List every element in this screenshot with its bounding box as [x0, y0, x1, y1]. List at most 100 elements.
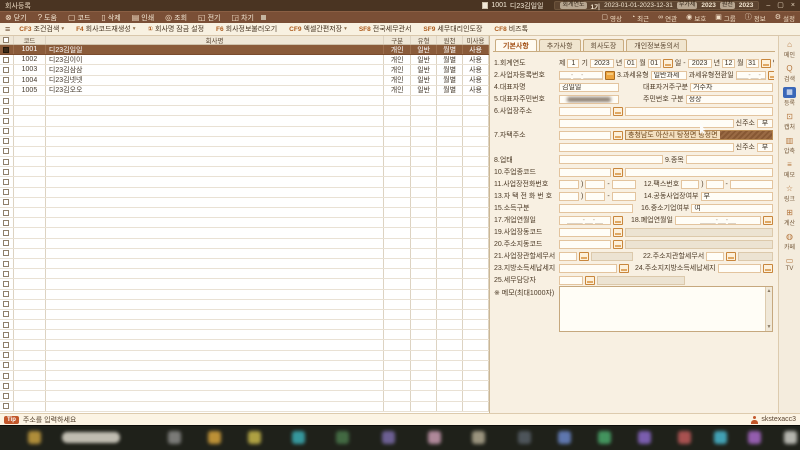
biz-address-input[interactable] [625, 106, 773, 116]
row-checkbox[interactable] [3, 56, 10, 63]
open-date-picker-icon[interactable] [613, 215, 623, 225]
home-address-search-icon[interactable] [613, 130, 623, 140]
company-row[interactable] [0, 95, 489, 107]
company-code-regen-menu[interactable]: F4 회사코드재생성 ▾ [76, 24, 135, 34]
company-row[interactable] [0, 238, 489, 249]
company-row[interactable] [0, 391, 489, 402]
row-checkbox[interactable] [3, 372, 10, 379]
sidebar-item-calc[interactable]: ⊞ 계산 [783, 207, 796, 227]
related-button[interactable]: ∞ 연관 [658, 13, 677, 23]
info-button[interactable]: ⓘ 정보 [745, 13, 766, 23]
biz-district-search-icon[interactable] [613, 227, 623, 237]
row-checkbox[interactable] [3, 77, 10, 84]
company-row[interactable] [0, 106, 489, 117]
row-checkbox[interactable] [3, 352, 10, 359]
excel-quick-save-menu[interactable]: CF9 엑셀간편저장 ▾ [289, 24, 347, 34]
code-button[interactable]: ▢ 코드 [68, 13, 90, 23]
home-address-detail-input[interactable] [559, 142, 734, 152]
memo-scrollbar[interactable]: ▲ ▼ [765, 287, 772, 331]
row-checkbox[interactable] [3, 229, 10, 236]
protect-button[interactable]: ◉ 보호 [686, 13, 706, 23]
row-checkbox[interactable] [3, 362, 10, 369]
home-phone-area-input[interactable] [559, 191, 579, 201]
tax-manager-search-icon[interactable] [585, 275, 595, 285]
taskbar-icon[interactable] [208, 431, 221, 444]
ceo-residency-input[interactable]: 거주자 [690, 82, 773, 92]
company-row[interactable]: 1002 디23김이이 개인 일반 월별 사용 [0, 55, 489, 66]
close-date-picker-icon[interactable] [763, 215, 773, 225]
biz-address-detail-input[interactable] [559, 118, 734, 128]
sidebar-item-tv[interactable]: ▭ TV [783, 255, 796, 272]
row-checkbox[interactable] [3, 189, 10, 196]
biz-address-search-icon[interactable] [613, 106, 623, 116]
tax-type-change-date-input[interactable]: ____-__-__ [735, 70, 766, 80]
end-date-picker-icon[interactable] [760, 58, 771, 68]
start-month-input[interactable]: 01 [624, 58, 638, 68]
sme-status-input[interactable]: 여 [691, 203, 773, 213]
sidebar-item-main[interactable]: ⌂ 메인 [783, 39, 796, 59]
ssn-status-input[interactable]: 정상 [685, 94, 773, 104]
scroll-down-icon[interactable]: ▼ [767, 324, 772, 330]
row-checkbox[interactable] [3, 97, 10, 104]
row-checkbox[interactable] [3, 66, 10, 73]
row-checkbox[interactable] [3, 250, 10, 257]
condition-search-menu[interactable]: CF3 조건검색 ▾ [19, 24, 64, 34]
company-row[interactable] [0, 248, 489, 259]
row-checkbox[interactable] [3, 260, 10, 267]
taskbar-icon[interactable] [714, 431, 727, 444]
biz-address-code-input[interactable] [559, 106, 611, 116]
taskbar-icon[interactable] [748, 431, 761, 444]
taskbar-icon[interactable] [168, 431, 181, 444]
row-checkbox[interactable] [3, 107, 10, 114]
taskbar-icon[interactable] [336, 431, 349, 444]
scroll-up-icon[interactable]: ▲ [767, 288, 772, 294]
company-row[interactable] [0, 350, 489, 361]
row-checkbox[interactable] [3, 331, 10, 338]
video-button[interactable]: ▢ 영상 [601, 13, 622, 23]
row-checkbox[interactable] [3, 280, 10, 287]
end-day-input[interactable]: 31 [745, 58, 759, 68]
biz-new-address-input[interactable]: 부 [757, 118, 773, 128]
row-checkbox[interactable] [3, 46, 10, 53]
joint-business-input[interactable]: 부 [700, 191, 773, 201]
company-row[interactable] [0, 167, 489, 178]
tax-agent-stamp-menu[interactable]: SF9 세무대리인도장 [423, 24, 482, 34]
company-row[interactable] [0, 330, 489, 341]
home-tax-office-search-icon[interactable] [726, 251, 737, 261]
recent-button[interactable]: ◔ 최근 [631, 13, 649, 23]
business-number-lookup-icon[interactable] [605, 70, 615, 80]
end-year-input[interactable]: 2023 [687, 58, 712, 68]
company-name-lock-menu[interactable]: ① 회사명 잠금 설정 [148, 24, 205, 34]
address-autocomplete[interactable]: 충청남도 아산시 탕정면 탕정면 [625, 130, 773, 140]
row-checkbox[interactable] [3, 148, 10, 155]
tax-manager-code-input[interactable] [559, 275, 583, 285]
sidebar-item-cafe[interactable]: ◍ 카페 [783, 231, 796, 251]
tab-extra[interactable]: 추가사항 [538, 39, 581, 51]
company-row[interactable] [0, 401, 489, 412]
tab-privacy-consent[interactable]: 개인정보동의서 [626, 39, 688, 51]
row-checkbox[interactable] [3, 270, 10, 277]
business-item-input[interactable] [685, 155, 773, 164]
home-new-address-input[interactable]: 부 [757, 142, 773, 152]
fiscal-term-input[interactable]: 1 [567, 58, 580, 68]
local-tax-place-search-icon[interactable] [619, 263, 629, 273]
company-row[interactable] [0, 136, 489, 147]
biztalk-menu[interactable]: CF8 비즈톡 [494, 24, 528, 34]
company-row[interactable] [0, 126, 489, 137]
sidebar-item-register[interactable]: ▦ 등록 [783, 87, 796, 107]
taskbar-icon[interactable] [598, 431, 611, 444]
row-checkbox[interactable] [3, 117, 10, 124]
header-checkbox[interactable] [3, 37, 10, 43]
fax-mid-input[interactable] [705, 179, 724, 189]
company-row[interactable] [0, 299, 489, 310]
biz-phone-area-input[interactable] [559, 179, 579, 189]
fax-area-input[interactable] [681, 179, 700, 189]
sidebar-item-capture[interactable]: ⊡ 캡처 [783, 111, 796, 131]
row-checkbox[interactable] [3, 168, 10, 175]
row-checkbox[interactable] [3, 240, 10, 247]
company-row[interactable] [0, 157, 489, 168]
industry-name-input[interactable] [625, 167, 773, 177]
biz-tax-office-search-icon[interactable] [579, 251, 589, 261]
biz-tax-office-code-input[interactable] [559, 251, 577, 261]
income-type-input[interactable] [559, 203, 633, 213]
